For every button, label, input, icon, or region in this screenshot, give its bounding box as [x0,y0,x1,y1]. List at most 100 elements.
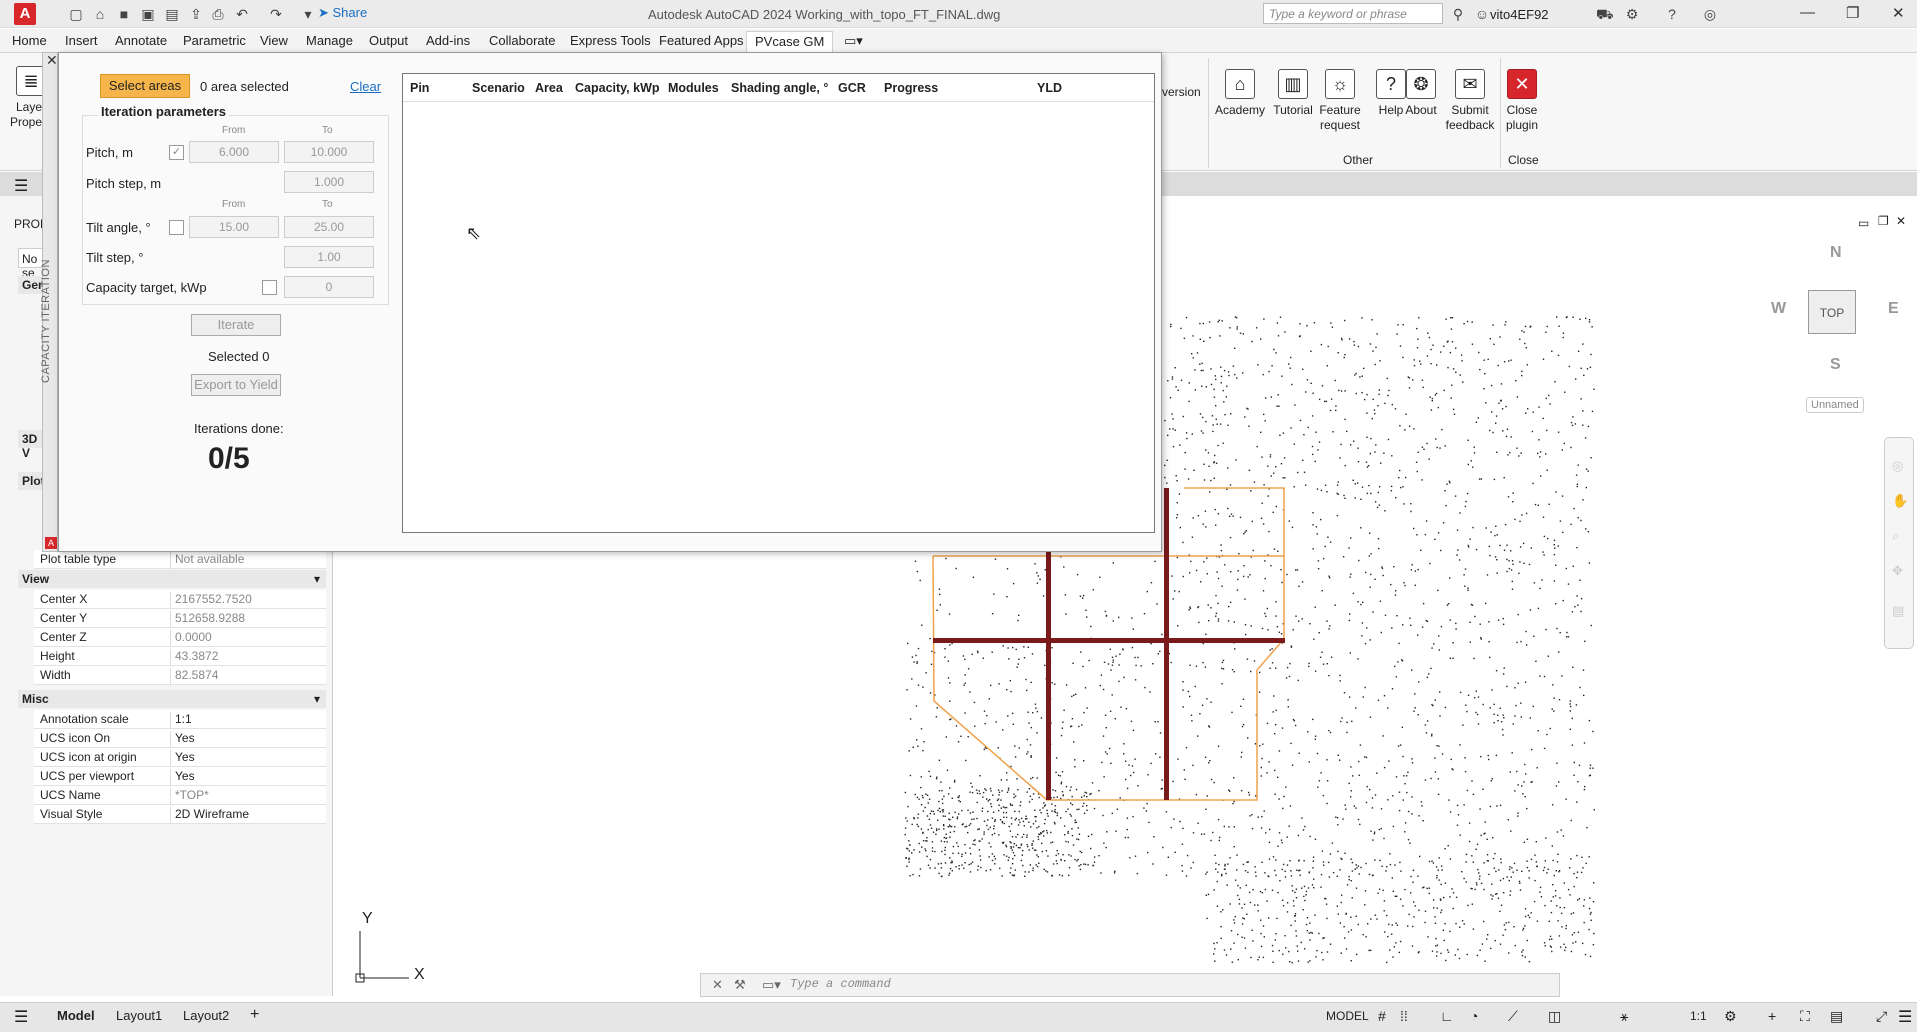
tab-featured-apps[interactable]: Featured Apps [659,33,744,48]
compass-west[interactable]: W [1771,300,1786,318]
iterate-button[interactable]: Iterate [191,314,281,336]
layout-tab-layout1[interactable]: Layout1 [116,1008,162,1023]
cart-icon[interactable]: ⛟ [1596,6,1614,22]
frame-line-horizontal[interactable] [933,638,1285,643]
quick-properties-icon[interactable]: ▤ [1830,1008,1843,1025]
annotation-visibility-icon[interactable]: ⚹ [1620,1008,1628,1025]
pitch-step-field[interactable]: 1.000 [284,171,374,193]
share-view-icon[interactable]: ⚙ [1624,6,1640,22]
property-value[interactable]: Yes [170,731,195,748]
property-row[interactable]: UCS per viewport Yes [34,767,326,786]
column-area[interactable]: Area [535,81,563,95]
add-layout-icon[interactable]: + [250,1006,259,1024]
section-view[interactable]: View ▾ [18,570,326,588]
pitch-checkbox[interactable]: ✓ [169,145,184,160]
pitch-to-field[interactable]: 10.000 [284,141,374,163]
property-row[interactable]: Annotation scale 1:1 [34,710,326,729]
plugin-close-icon[interactable]: ✕ [46,52,58,69]
property-row[interactable]: UCS Name *TOP* [34,786,326,805]
tab-collaborate[interactable]: Collaborate [489,33,556,48]
help-icon[interactable]: ? [1664,6,1680,22]
undo-icon[interactable]: ↶ [234,6,250,22]
column-modules[interactable]: Modules [668,81,719,95]
grid-icon[interactable]: # [1378,1008,1386,1024]
search-input[interactable]: Type a keyword or phrase [1263,3,1443,24]
tab-manage[interactable]: Manage [306,33,353,48]
column-shading-angle[interactable]: Shading angle, ° [731,81,828,95]
property-value[interactable]: 1:1 [170,712,192,729]
plot-icon[interactable]: ⎙ [210,6,226,22]
column-progress[interactable]: Progress [884,81,938,95]
save-as-icon[interactable]: ▣ [140,6,156,22]
about-button[interactable]: ❂ About [1398,69,1444,118]
steering-wheel-icon[interactable]: ◎ [1892,458,1903,474]
orbit-icon[interactable]: ✥ [1892,563,1903,579]
new-file-icon[interactable]: ▢ [68,6,84,22]
annotation-scale[interactable]: 1:1 [1690,1009,1707,1023]
showmotion-icon[interactable]: ▤ [1892,603,1904,619]
import-icon[interactable]: ▤ [164,6,180,22]
clean-screen-icon[interactable]: ⤢ [1876,1008,1887,1025]
model-space-toggle[interactable]: MODEL [1326,1009,1369,1023]
annotation-monitor-icon[interactable]: + [1768,1008,1776,1024]
pitch-from-field[interactable]: 6.000 [189,141,279,163]
tab-addins[interactable]: Add-ins [426,33,470,48]
property-value[interactable]: Yes [170,769,195,786]
capacity-target-checkbox[interactable] [262,280,277,295]
command-customize-icon[interactable]: ⚒ [734,977,746,993]
viewcube-top-face[interactable]: TOP [1808,290,1856,334]
save-icon[interactable]: ■ [116,6,132,22]
layout-tab-model[interactable]: Model [57,1008,95,1023]
column-yld[interactable]: YLD [1037,81,1062,95]
frame-line-vertical-2[interactable] [1164,488,1169,800]
ribbon-options-icon[interactable]: ▭▾ [844,33,863,49]
share-button[interactable]: ➤ Share [318,5,367,21]
user-name[interactable]: vito4EF92 [1490,7,1549,22]
customize-icon[interactable]: ▾ [300,6,316,22]
column-scenario[interactable]: Scenario [472,81,525,95]
column-capacity[interactable]: Capacity, kWp [575,81,660,95]
tab-insert[interactable]: Insert [65,33,98,48]
tab-view[interactable]: View [260,33,288,48]
viewport-close-icon[interactable]: ✕ [1896,214,1906,228]
ucs-menu[interactable]: Unnamed [1806,397,1864,413]
results-table[interactable]: Pin Scenario Area Capacity, kWp Modules … [402,73,1155,533]
collapse-icon[interactable]: ▾ [314,692,320,706]
compass-south[interactable]: S [1830,356,1841,374]
tab-parametric[interactable]: Parametric [183,33,246,48]
column-gcr[interactable]: GCR [838,81,866,95]
command-close-icon[interactable]: ✕ [712,977,723,993]
layout-tab-layout2[interactable]: Layout2 [183,1008,229,1023]
select-areas-button[interactable]: Select areas [100,74,190,98]
property-row[interactable]: Visual Style 2D Wireframe [34,805,326,824]
menu-icon[interactable]: ☰ [14,176,28,196]
viewport-minimize-icon[interactable]: ▭ [1858,216,1869,230]
export-to-yield-button[interactable]: Export to Yield [191,374,281,396]
property-row[interactable]: UCS icon On Yes [34,729,326,748]
tab-home[interactable]: Home [12,33,47,48]
autocad-logo-icon[interactable]: A [14,3,36,25]
tutorial-button[interactable]: ▥ Tutorial [1268,69,1318,118]
tab-express-tools[interactable]: Express Tools [570,33,651,48]
conversion-label[interactable]: version [1162,85,1201,99]
property-value[interactable]: 2D Wireframe [170,807,249,824]
area-boundary-top[interactable] [1184,487,1285,556]
workspace-gear-icon[interactable]: ⚙ [1724,1008,1737,1025]
isodraft-icon[interactable]: ⟋ [1508,1008,1518,1025]
compass-north[interactable]: N [1830,244,1842,262]
pan-icon[interactable]: ✋ [1892,493,1908,509]
tab-output[interactable]: Output [369,33,408,48]
column-pin[interactable]: Pin [410,81,429,95]
ortho-icon[interactable]: ∟ [1440,1008,1454,1024]
tilt-step-field[interactable]: 1.00 [284,246,374,268]
tilt-from-field[interactable]: 15.00 [189,216,279,238]
restore-icon[interactable]: ❐ [1846,4,1859,22]
navigation-bar[interactable]: ◎ ✋ ⌕ ✥ ▤ [1884,437,1914,649]
zoom-icon[interactable]: ⌕ [1892,528,1899,544]
property-row[interactable]: UCS icon at origin Yes [34,748,326,767]
tilt-angle-checkbox[interactable] [169,220,184,235]
tilt-to-field[interactable]: 25.00 [284,216,374,238]
minimize-icon[interactable]: — [1800,4,1815,21]
command-input[interactable]: Type a command [790,977,891,991]
units-icon[interactable]: ⛶ [1800,1008,1810,1025]
